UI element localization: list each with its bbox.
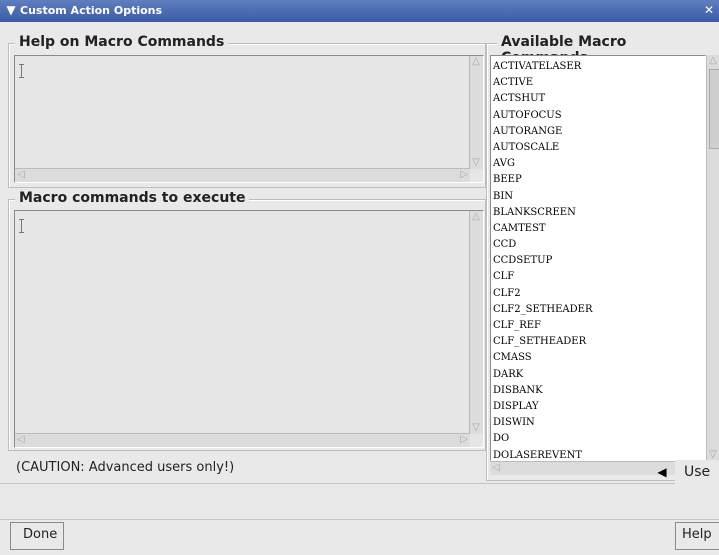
- list-item[interactable]: CMASS: [491, 350, 705, 366]
- scroll-left-icon[interactable]: ◁: [15, 434, 27, 446]
- help-text-area[interactable]: △ ▽ ◁ ▷: [14, 55, 484, 183]
- chevron-down-icon[interactable]: ▼: [4, 3, 18, 17]
- list-item[interactable]: CCD: [491, 237, 705, 253]
- scroll-left-icon[interactable]: ◁: [490, 462, 502, 474]
- caution-text: (CAUTION: Advanced users only!): [16, 460, 235, 475]
- macro-vertical-scrollbar[interactable]: △ ▽: [469, 211, 483, 434]
- scroll-right-icon[interactable]: ▷: [458, 434, 470, 446]
- help-horizontal-scrollbar[interactable]: ◁ ▷: [15, 168, 470, 182]
- scroll-down-icon[interactable]: ▽: [470, 157, 482, 169]
- scroll-up-icon[interactable]: △: [470, 56, 482, 68]
- help-vertical-scrollbar[interactable]: △ ▽: [469, 56, 483, 169]
- macro-text-area[interactable]: △ ▽ ◁ ▷: [14, 210, 484, 448]
- list-item[interactable]: DARK: [491, 367, 705, 383]
- list-item[interactable]: DISBANK: [491, 383, 705, 399]
- command-items: ACTIVATELASER ACTIVE ACTSHUT AUTOFOCUS AUTOR…: [491, 56, 705, 461]
- list-item[interactable]: CCDSETUP: [491, 253, 705, 269]
- done-button[interactable]: Done: [10, 522, 64, 550]
- list-item[interactable]: DISPLAY: [491, 399, 705, 415]
- list-item[interactable]: DO: [491, 431, 705, 447]
- list-item[interactable]: BIN: [491, 189, 705, 205]
- macro-command-list[interactable]: ACTIVATELASER ACTIVE ACTSHUT AUTOFOCUS AUTOR…: [490, 55, 706, 461]
- list-item[interactable]: CLF2_SETHEADER: [491, 302, 705, 318]
- text-cursor: [19, 219, 26, 233]
- list-item[interactable]: AUTORANGE: [491, 124, 705, 140]
- window-title: Custom Action Options: [20, 4, 163, 17]
- list-item[interactable]: AVG: [491, 156, 705, 172]
- close-icon[interactable]: ✕: [701, 2, 717, 18]
- help-group-label: Help on Macro Commands: [15, 34, 229, 50]
- list-horizontal-scrollbar[interactable]: ◁ ▷: [490, 461, 706, 475]
- list-item[interactable]: ACTIVATELASER: [491, 59, 705, 75]
- list-item[interactable]: DOLASEREVENT: [491, 448, 705, 461]
- list-item[interactable]: BEEP: [491, 172, 705, 188]
- list-item[interactable]: ACTSHUT: [491, 91, 705, 107]
- scroll-right-icon[interactable]: ▷: [458, 169, 470, 181]
- title-bar: ▼ Custom Action Options ✕: [0, 0, 719, 22]
- list-item[interactable]: CLF: [491, 269, 705, 285]
- use-button[interactable]: Use: [675, 460, 719, 488]
- list-vertical-scrollbar[interactable]: △ ▽: [706, 55, 719, 461]
- list-item[interactable]: BLANKSCREEN: [491, 205, 705, 221]
- macro-horizontal-scrollbar[interactable]: ◁ ▷: [15, 433, 470, 447]
- list-item[interactable]: CLF_SETHEADER: [491, 334, 705, 350]
- separator: [0, 519, 719, 520]
- list-item[interactable]: ACTIVE: [491, 75, 705, 91]
- list-item[interactable]: CAMTEST: [491, 221, 705, 237]
- scroll-thumb[interactable]: [709, 69, 719, 149]
- text-cursor: [19, 64, 26, 78]
- use-arrow-icon[interactable]: ◀: [655, 465, 669, 479]
- scroll-left-icon[interactable]: ◁: [15, 169, 27, 181]
- list-item[interactable]: CLF_REF: [491, 318, 705, 334]
- macro-group-label: Macro commands to execute: [15, 190, 250, 206]
- scroll-up-icon[interactable]: △: [470, 211, 482, 223]
- list-item[interactable]: DISWIN: [491, 415, 705, 431]
- help-button[interactable]: Help: [675, 522, 719, 550]
- scroll-down-icon[interactable]: ▽: [470, 422, 482, 434]
- separator: [0, 483, 719, 484]
- list-item[interactable]: AUTOFOCUS: [491, 108, 705, 124]
- scroll-up-icon[interactable]: △: [707, 55, 719, 67]
- list-item[interactable]: CLF2: [491, 286, 705, 302]
- list-item[interactable]: AUTOSCALE: [491, 140, 705, 156]
